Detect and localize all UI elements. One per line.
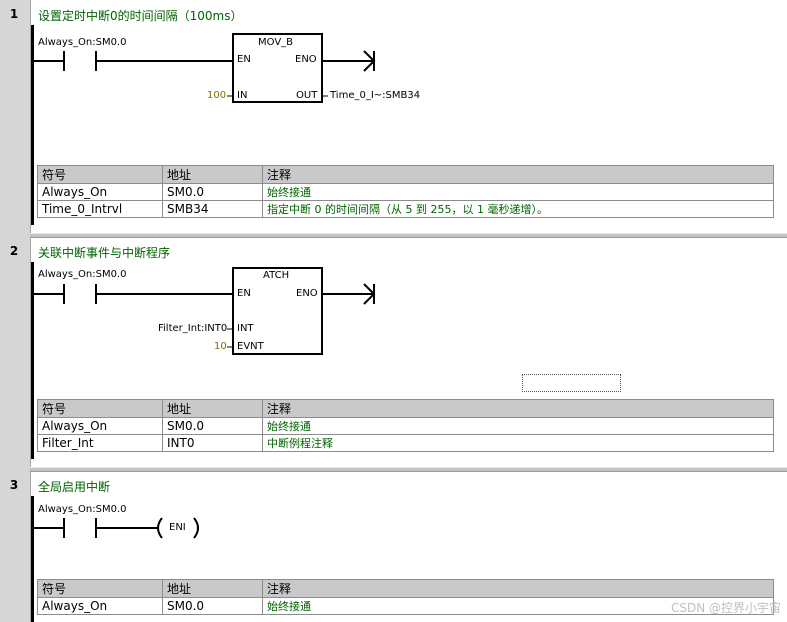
comment-cell: 始终接通 xyxy=(262,183,774,201)
pin-eno: ENO xyxy=(295,54,317,65)
col-header-symbol: 符号 xyxy=(37,579,163,598)
symbol-table: 符号 地址 注释 Always_On SM0.0 始终接通 Filter_Int… xyxy=(37,399,774,452)
network-2[interactable]: 2 关联中断事件与中断程序 Always_On:SM0.0 ATCH EN EN… xyxy=(0,237,787,467)
pin-int: INT xyxy=(237,323,254,334)
table-row: Always_On SM0.0 始终接通 xyxy=(37,597,774,615)
symbol-cell: Time_0_Intrvl xyxy=(37,200,163,218)
selection-cursor xyxy=(522,374,621,392)
table-row: Filter_Int INT0 中断例程注释 xyxy=(37,434,774,452)
table-row: Always_On SM0.0 始终接通 xyxy=(37,417,774,435)
eni-coil[interactable]: ENI xyxy=(169,522,186,533)
pin-en: EN xyxy=(237,54,251,65)
int-operand[interactable]: Filter_Int:INT0 xyxy=(158,323,227,334)
contact-label[interactable]: Always_On:SM0.0 xyxy=(38,269,127,280)
pin-eno: ENO xyxy=(296,288,318,299)
symbol-cell: Always_On xyxy=(37,597,163,615)
address-cell: SMB34 xyxy=(162,200,263,218)
col-header-address: 地址 xyxy=(162,399,263,418)
col-header-comment: 注释 xyxy=(262,579,774,598)
in-operand[interactable]: 100 xyxy=(207,90,226,101)
address-cell: SM0.0 xyxy=(162,597,263,615)
comment-cell: 始终接通 xyxy=(262,417,774,435)
network-1[interactable]: 1 设置定时中断0的时间间隔（100ms） Always_On:SM0.0 MO… xyxy=(0,0,787,233)
table-row: Always_On SM0.0 始终接通 xyxy=(37,183,774,201)
out-operand[interactable]: Time_0_I~:SMB34 xyxy=(330,90,420,101)
comment-cell: 中断例程注释 xyxy=(262,434,774,452)
network-3[interactable]: 3 全局启用中断 Always_On:SM0.0 ENI 符号 地址 注释 Al… xyxy=(0,471,787,622)
pin-in: IN xyxy=(237,90,248,101)
symbol-cell: Always_On xyxy=(37,417,163,435)
watermark: CSDN @控界小宇宙 xyxy=(670,601,781,615)
pin-evnt: EVNT xyxy=(237,341,264,352)
col-header-comment: 注释 xyxy=(262,165,774,184)
box-name[interactable]: ATCH xyxy=(263,270,289,281)
col-header-symbol: 符号 xyxy=(37,399,163,418)
address-cell: SM0.0 xyxy=(162,183,263,201)
col-header-comment: 注释 xyxy=(262,399,774,418)
contact-label[interactable]: Always_On:SM0.0 xyxy=(38,504,127,515)
pin-out: OUT xyxy=(296,90,318,101)
col-header-address: 地址 xyxy=(162,579,263,598)
contact-label[interactable]: Always_On:SM0.0 xyxy=(38,37,127,48)
symbol-table: 符号 地址 注释 Always_On SM0.0 始终接通 Time_0_Int… xyxy=(37,165,774,218)
evnt-operand[interactable]: 10 xyxy=(214,341,227,352)
symbol-cell: Filter_Int xyxy=(37,434,163,452)
col-header-address: 地址 xyxy=(162,165,263,184)
col-header-symbol: 符号 xyxy=(37,165,163,184)
pin-en: EN xyxy=(237,288,251,299)
comment-cell: 指定中断 0 的时间间隔（从 5 到 255，以 1 毫秒递增）。 xyxy=(262,200,774,218)
address-cell: SM0.0 xyxy=(162,417,263,435)
symbol-cell: Always_On xyxy=(37,183,163,201)
table-row: Time_0_Intrvl SMB34 指定中断 0 的时间间隔（从 5 到 2… xyxy=(37,200,774,218)
symbol-table: 符号 地址 注释 Always_On SM0.0 始终接通 xyxy=(37,579,774,615)
box-name[interactable]: MOV_B xyxy=(258,37,293,48)
address-cell: INT0 xyxy=(162,434,263,452)
